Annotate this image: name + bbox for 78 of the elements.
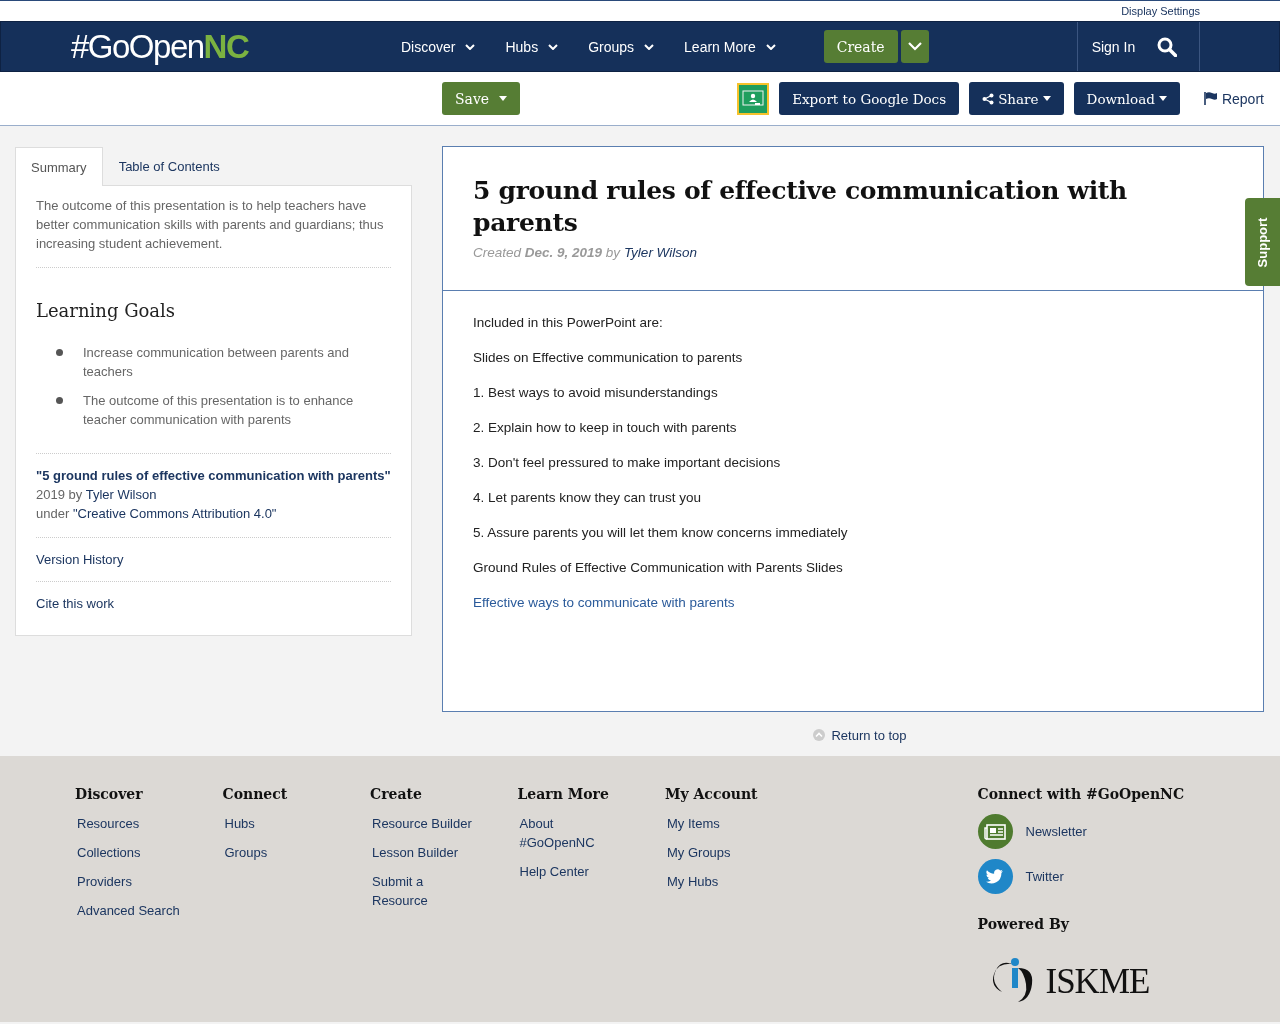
caret-icon bbox=[499, 96, 508, 101]
caret-icon bbox=[1042, 96, 1051, 101]
bullet-icon bbox=[56, 397, 63, 404]
footer-link[interactable]: Collections bbox=[77, 843, 187, 862]
footer-link[interactable]: Groups bbox=[224, 843, 335, 862]
body-text: Slides on Effective communication to parents bbox=[473, 349, 744, 367]
author-link[interactable]: Tyler Wilson bbox=[623, 245, 697, 260]
display-settings-link[interactable]: Display Settings bbox=[1121, 5, 1200, 17]
footer-link[interactable]: Submit a Resource bbox=[372, 872, 482, 910]
flag-icon bbox=[1203, 92, 1218, 105]
nav-menu-item[interactable]: Groups bbox=[588, 38, 655, 55]
footer-heading: Discover bbox=[75, 786, 144, 802]
up-arrow-icon bbox=[813, 729, 826, 741]
sidebar-link[interactable]: Cite this work bbox=[36, 596, 115, 611]
learning-goals-heading: Learning Goals bbox=[36, 300, 177, 321]
create-dropdown-button[interactable] bbox=[900, 30, 929, 63]
download-button[interactable]: Download bbox=[1073, 82, 1180, 115]
caret-icon bbox=[644, 43, 655, 50]
support-tab[interactable]: Support bbox=[1245, 198, 1280, 286]
classroom-icon[interactable] bbox=[737, 82, 770, 115]
footer-link[interactable]: Lesson Builder bbox=[372, 843, 482, 862]
footer-link[interactable]: My Items bbox=[667, 814, 777, 833]
footer-link[interactable]: Advanced Search bbox=[77, 901, 187, 920]
export-button[interactable]: Export to Google Docs bbox=[779, 82, 960, 115]
footer-link[interactable]: My Hubs bbox=[667, 872, 777, 891]
bird-icon[interactable] bbox=[977, 859, 1013, 894]
chevron-down-icon bbox=[907, 42, 922, 51]
caret-icon bbox=[548, 43, 559, 50]
nav-menu-item[interactable]: Learn More bbox=[684, 38, 776, 55]
footer-link[interactable]: Resource Builder bbox=[372, 814, 482, 833]
body-text: 2. Explain how to keep in touch with parents bbox=[473, 419, 738, 437]
caret-icon bbox=[765, 43, 776, 50]
sidebar-tab[interactable]: Table of Contents bbox=[102, 146, 236, 185]
powered-by-heading: Powered By bbox=[977, 916, 1071, 932]
report-link[interactable]: Report bbox=[1203, 90, 1264, 107]
share-button[interactable]: Share bbox=[969, 82, 1064, 115]
partner-logo[interactable]: ISKME bbox=[987, 952, 1185, 1002]
footer-heading: My Account bbox=[665, 786, 759, 802]
attribution-text: "5 ground rules of effective communication with parents" 2019 by Tyler Wilson under "Creative Commons Attribution 4.0" bbox=[36, 453, 391, 537]
create-button[interactable]: Create bbox=[823, 30, 898, 63]
return-to-top-link[interactable]: Return to top bbox=[831, 727, 907, 743]
footer-heading: Learn More bbox=[517, 786, 610, 802]
sign-in-link[interactable]: Sign In bbox=[1091, 38, 1136, 55]
nav-menu-item[interactable]: Hubs bbox=[505, 38, 559, 55]
summary-text: The outcome of this presentation is to help teachers have better communication skills with parents and guardians; thus increasing student achievement. bbox=[36, 196, 391, 268]
footer-link[interactable]: Resources bbox=[77, 814, 187, 833]
footer-link[interactable]: About #GoOpenNC bbox=[519, 814, 630, 852]
save-button[interactable]: Save bbox=[442, 82, 521, 115]
share-icon bbox=[982, 92, 995, 105]
sidebar-link[interactable]: Version History bbox=[36, 552, 124, 567]
footer-heading: Create bbox=[370, 786, 423, 802]
search-icon[interactable] bbox=[1157, 36, 1178, 57]
body-text: Ground Rules of Effective Communication with Parents Slides bbox=[473, 559, 844, 577]
footer-link[interactable]: Providers bbox=[77, 872, 187, 891]
bullet-icon bbox=[56, 349, 63, 356]
body-text: 1. Best ways to avoid misunderstandings bbox=[473, 384, 719, 402]
footer-link[interactable]: Help Center bbox=[519, 862, 630, 881]
body-text: Included in this PowerPoint are: bbox=[473, 314, 664, 332]
newspaper-icon[interactable] bbox=[977, 814, 1013, 849]
site-logo[interactable]: #GoOpenNC bbox=[71, 27, 401, 66]
sidebar-tab[interactable]: Summary bbox=[15, 147, 103, 186]
footer-link[interactable]: My Groups bbox=[667, 843, 777, 862]
nav-menu-item[interactable]: Discover bbox=[401, 38, 476, 55]
learning-goal: Increase communication between parents and teachers bbox=[83, 344, 350, 381]
body-text: 4. Let parents know they can trust you bbox=[473, 489, 703, 507]
footer-heading: Connect with #GoOpenNC bbox=[977, 786, 1185, 802]
social-link[interactable]: Newsletter bbox=[1025, 824, 1087, 839]
caret-icon bbox=[1158, 96, 1167, 101]
footer-heading: Connect bbox=[222, 786, 289, 802]
body-text: 5. Assure parents you will let them know concerns immediately bbox=[473, 524, 849, 542]
resource-title: 5 ground rules of effective communication with parents bbox=[473, 175, 1128, 239]
footer-link[interactable]: Hubs bbox=[224, 814, 335, 833]
social-link[interactable]: Twitter bbox=[1025, 869, 1064, 884]
created-date: Created Dec. 9, 2019 by bbox=[473, 245, 621, 260]
body-text: 3. Don't feel pressured to make important decisions bbox=[473, 454, 782, 472]
caret-icon bbox=[465, 43, 476, 50]
learning-goal: The outcome of this presentation is to enhance teacher communication with parents bbox=[83, 392, 355, 429]
resource-link[interactable]: Effective ways to communicate with parents bbox=[473, 593, 1233, 613]
